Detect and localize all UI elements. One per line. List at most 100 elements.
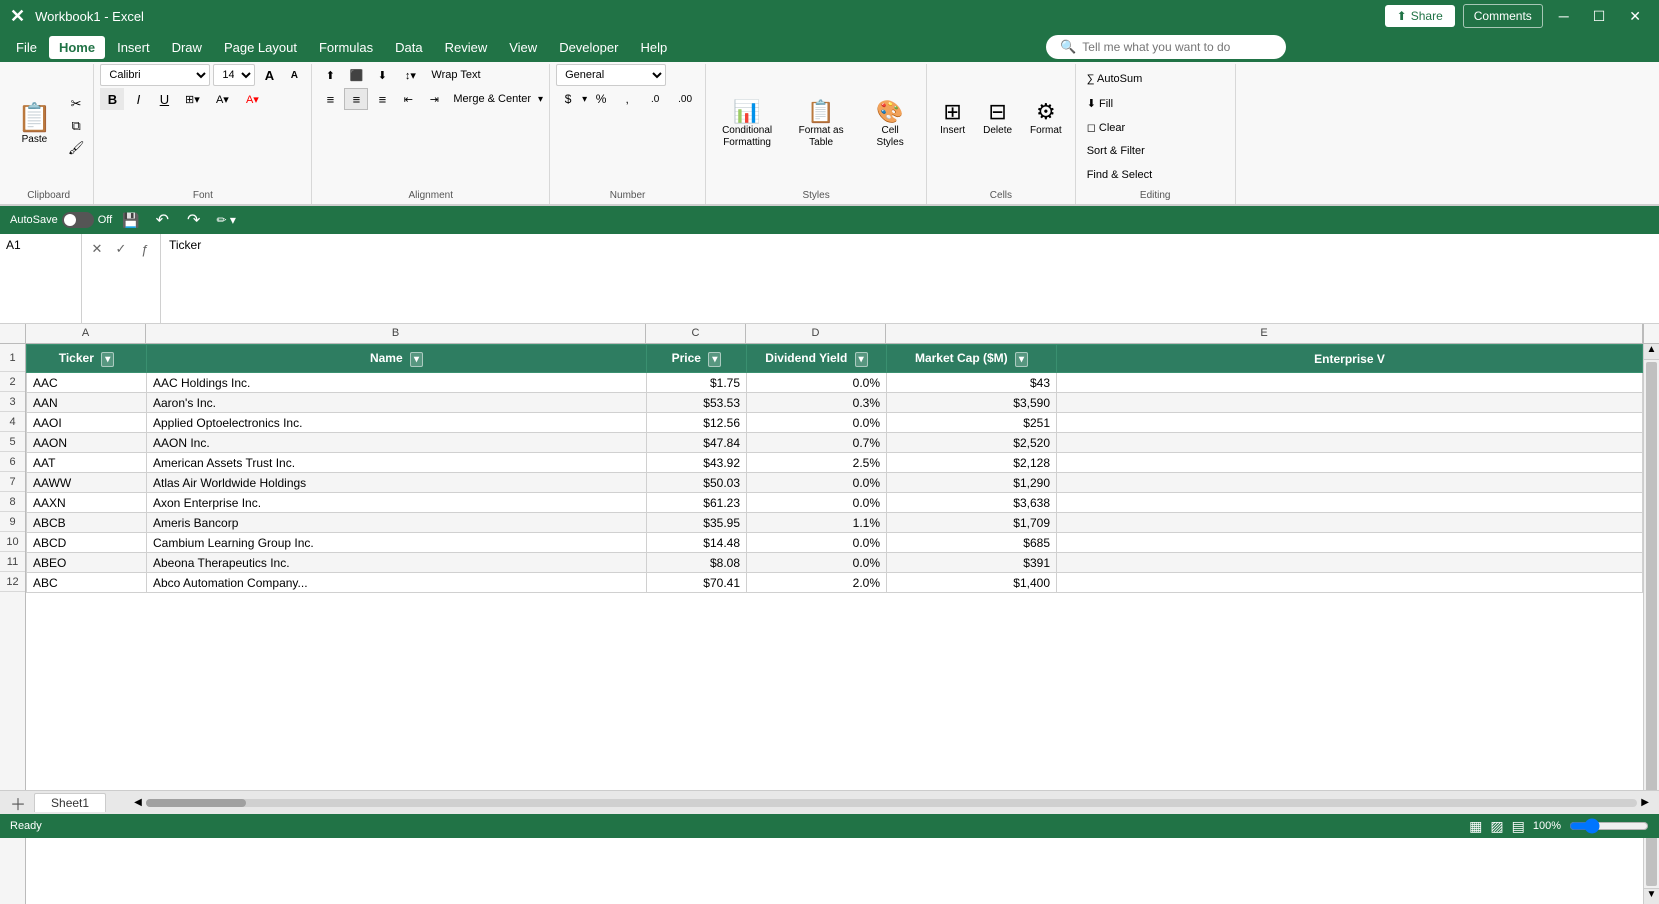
fill-color-button[interactable]: A▾	[208, 88, 236, 110]
format-as-table-button[interactable]: 📋 Format as Table	[786, 94, 856, 156]
align-center-button[interactable]: ≡	[344, 88, 368, 110]
market-cap-filter-icon[interactable]: ▾	[1015, 352, 1028, 367]
cell-div-yield[interactable]: 0.7%	[747, 433, 887, 453]
cell-name[interactable]: Abco Automation Company...	[147, 573, 647, 593]
cell-enterprise[interactable]	[1057, 413, 1643, 433]
cell-div-yield[interactable]: 0.0%	[747, 473, 887, 493]
cell-styles-button[interactable]: 🎨 Cell Styles	[860, 94, 920, 156]
formula-input[interactable]: Ticker	[161, 234, 1659, 323]
font-family-select[interactable]: Calibri	[100, 64, 210, 86]
font-shrink-button[interactable]: A	[283, 64, 305, 86]
cell-ticker[interactable]: AAOI	[27, 413, 147, 433]
sheet-tab-sheet1[interactable]: Sheet1	[34, 793, 106, 812]
cell-market-cap[interactable]: $1,400	[887, 573, 1057, 593]
cell-div-yield[interactable]: 1.1%	[747, 513, 887, 533]
cell-ticker[interactable]: ABEO	[27, 553, 147, 573]
cell-enterprise[interactable]	[1057, 433, 1643, 453]
cell-price[interactable]: $8.08	[647, 553, 747, 573]
col-header-c[interactable]: C	[646, 324, 746, 343]
indent-dec-button[interactable]: ⇤	[396, 88, 420, 110]
col-header-e[interactable]: E	[886, 324, 1643, 343]
cell-market-cap[interactable]: $1,290	[887, 473, 1057, 493]
cell-enterprise[interactable]	[1057, 513, 1643, 533]
cell-price[interactable]: $35.95	[647, 513, 747, 533]
delete-cells-button[interactable]: ⊟ Delete	[976, 94, 1019, 156]
cell-name[interactable]: Axon Enterprise Inc.	[147, 493, 647, 513]
header-enterprise[interactable]: Enterprise V	[1057, 345, 1643, 373]
font-color-button[interactable]: A▾	[238, 88, 266, 110]
scroll-down-button[interactable]: ▼	[1644, 888, 1659, 904]
autosave-toggle[interactable]: AutoSave Off	[10, 212, 112, 228]
cell-div-yield[interactable]: 0.3%	[747, 393, 887, 413]
cell-enterprise[interactable]	[1057, 553, 1643, 573]
merge-dropdown-icon[interactable]: ▾	[538, 94, 543, 105]
cell-ticker[interactable]: ABCD	[27, 533, 147, 553]
menu-formulas[interactable]: Formulas	[309, 36, 383, 59]
find-select-button[interactable]: Find & Select	[1082, 164, 1157, 186]
row-num-7[interactable]: 7	[0, 472, 25, 492]
decimal-increase-button[interactable]: .0	[641, 88, 669, 110]
cell-market-cap[interactable]: $2,128	[887, 453, 1057, 473]
cell-price[interactable]: $61.23	[647, 493, 747, 513]
insert-function-button[interactable]: ƒ	[134, 238, 156, 260]
save-button[interactable]: 💾	[118, 210, 143, 231]
cell-name[interactable]: AAC Holdings Inc.	[147, 373, 647, 393]
horizontal-scrollbar[interactable]	[146, 799, 1638, 807]
align-right-button[interactable]: ≡	[370, 88, 394, 110]
header-price[interactable]: Price ▾	[647, 345, 747, 373]
wrap-text-button[interactable]: Wrap Text	[426, 64, 485, 86]
cell-price[interactable]: $1.75	[647, 373, 747, 393]
header-market-cap[interactable]: Market Cap ($M) ▾	[887, 345, 1057, 373]
number-format-select[interactable]: General	[556, 64, 666, 86]
toggle-track[interactable]	[62, 212, 94, 228]
menu-draw[interactable]: Draw	[162, 36, 212, 59]
cell-name[interactable]: American Assets Trust Inc.	[147, 453, 647, 473]
font-size-select[interactable]: 14	[213, 64, 255, 86]
cell-name[interactable]: Abeona Therapeutics Inc.	[147, 553, 647, 573]
menu-review[interactable]: Review	[435, 36, 498, 59]
name-box[interactable]	[6, 238, 76, 252]
cell-enterprise[interactable]	[1057, 493, 1643, 513]
cell-ticker[interactable]: AAC	[27, 373, 147, 393]
align-left-button[interactable]: ≡	[318, 88, 342, 110]
align-middle-button[interactable]: ⬛	[344, 64, 368, 86]
name-filter-icon[interactable]: ▾	[410, 352, 423, 367]
autosum-button[interactable]: ∑ AutoSum	[1082, 68, 1148, 90]
col-header-a[interactable]: A	[26, 324, 146, 343]
cell-price[interactable]: $53.53	[647, 393, 747, 413]
cell-price[interactable]: $12.56	[647, 413, 747, 433]
cell-name[interactable]: AAON Inc.	[147, 433, 647, 453]
customize-qat-button[interactable]: ✏ ▾	[212, 211, 239, 229]
underline-button[interactable]: U	[152, 88, 176, 110]
cell-div-yield[interactable]: 2.0%	[747, 573, 887, 593]
cell-price[interactable]: $14.48	[647, 533, 747, 553]
minimize-button[interactable]: ─	[1551, 6, 1577, 26]
cell-div-yield[interactable]: 2.5%	[747, 453, 887, 473]
cell-price[interactable]: $70.41	[647, 573, 747, 593]
cell-price[interactable]: $50.03	[647, 473, 747, 493]
cell-market-cap[interactable]: $2,520	[887, 433, 1057, 453]
row-num-9[interactable]: 9	[0, 512, 25, 532]
cell-ticker[interactable]: AAN	[27, 393, 147, 413]
cell-name[interactable]: Applied Optoelectronics Inc.	[147, 413, 647, 433]
format-painter-button[interactable]: 🖌	[63, 137, 90, 157]
header-ticker[interactable]: Ticker ▾	[27, 345, 147, 373]
header-dividend-yield[interactable]: Dividend Yield ▾	[747, 345, 887, 373]
cell-ticker[interactable]: ABC	[27, 573, 147, 593]
cell-market-cap[interactable]: $685	[887, 533, 1057, 553]
currency-button[interactable]: $	[556, 88, 580, 110]
row-num-4[interactable]: 4	[0, 412, 25, 432]
text-direction-button[interactable]: ↕▾	[396, 64, 424, 86]
cell-enterprise[interactable]	[1057, 453, 1643, 473]
col-header-b[interactable]: B	[146, 324, 646, 343]
col-header-d[interactable]: D	[746, 324, 886, 343]
row-num-10[interactable]: 10	[0, 532, 25, 552]
indent-inc-button[interactable]: ⇥	[422, 88, 446, 110]
header-name[interactable]: Name ▾	[147, 345, 647, 373]
menu-help[interactable]: Help	[630, 36, 677, 59]
paste-button[interactable]: 📋 Paste	[8, 96, 61, 154]
align-bottom-button[interactable]: ⬇	[370, 64, 394, 86]
view-normal-button[interactable]: ▦	[1469, 818, 1482, 835]
font-grow-button[interactable]: A	[258, 64, 280, 86]
cell-name[interactable]: Aaron's Inc.	[147, 393, 647, 413]
